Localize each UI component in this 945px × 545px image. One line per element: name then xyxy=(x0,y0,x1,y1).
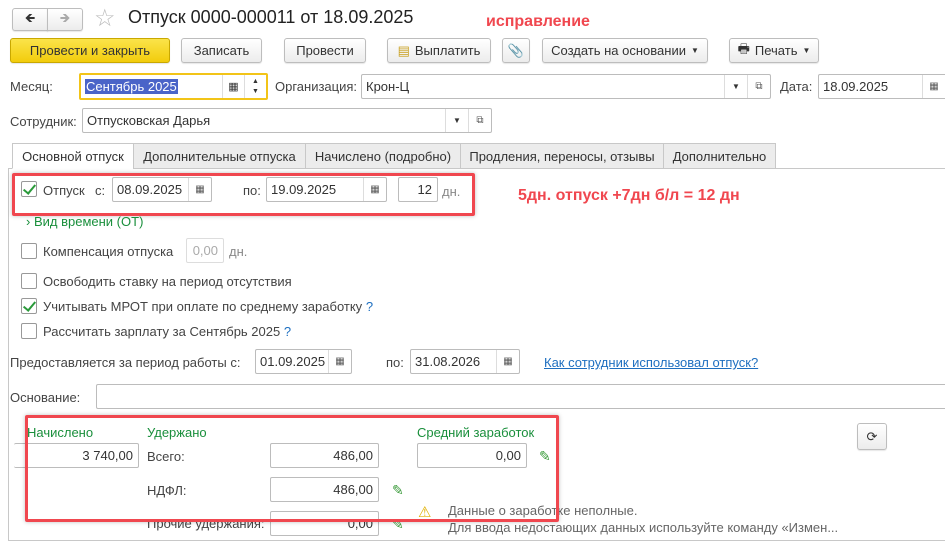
tab-main-vacation[interactable]: Основной отпуск xyxy=(12,143,134,169)
refresh-button[interactable]: ⟳ xyxy=(857,423,887,450)
dropdown-arrow-icon: ▼ xyxy=(802,46,811,55)
open-icon[interactable]: ⧉ xyxy=(468,109,491,132)
compensation-checkbox[interactable] xyxy=(21,243,37,259)
dropdown-arrow-icon[interactable]: ▼ xyxy=(724,75,747,98)
free-rate-checkbox[interactable] xyxy=(21,273,37,289)
org-label: Организация: xyxy=(275,79,358,94)
open-icon[interactable]: ⧉ xyxy=(747,75,770,98)
post-and-close-button[interactable]: Провести и закрыть xyxy=(10,38,170,63)
create-based-on-button[interactable]: Создать на основании ▼ xyxy=(542,38,708,63)
annotation-correction: исправление xyxy=(486,13,590,30)
period-to-label: по: xyxy=(386,355,404,370)
mrot-checkbox[interactable] xyxy=(21,298,37,314)
save-button[interactable]: Записать xyxy=(181,38,262,63)
dropdown-arrow-icon[interactable]: ▼ xyxy=(445,109,468,132)
dropdown-arrow-icon: ▼ xyxy=(690,46,699,55)
calc-salary-checkbox[interactable] xyxy=(21,323,37,339)
compensation-days-field[interactable]: 0,00 xyxy=(186,238,224,263)
month-spinner[interactable]: ▲ ▼ xyxy=(244,75,266,98)
calendar-icon[interactable]: ▦ xyxy=(328,350,351,373)
employee-label: Сотрудник: xyxy=(10,114,77,129)
printer-icon: 🖶 xyxy=(737,40,750,56)
compensation-unit: дн. xyxy=(229,244,248,259)
forward-button[interactable]: 🡺 xyxy=(47,8,83,31)
arrow-left-icon: 🡸 xyxy=(24,9,36,25)
post-button[interactable]: Провести xyxy=(284,38,366,63)
arrow-right-icon: 🡺 xyxy=(59,9,71,25)
highlight-box xyxy=(12,173,475,216)
help-icon[interactable]: ? xyxy=(366,299,373,314)
help-icon[interactable]: ? xyxy=(284,324,291,339)
annotation-days: 5дн. отпуск +7дн б/л = 12 дн xyxy=(518,187,740,204)
calc-salary-label: Рассчитать зарплату за Сентябрь 2025 ? xyxy=(43,324,292,339)
basis-label: Основание: xyxy=(10,390,81,405)
period-to-field[interactable]: 31.08.2026 ▦ xyxy=(410,349,520,374)
period-from-field[interactable]: 01.09.2025 ▦ xyxy=(255,349,352,374)
mrot-label: Учитывать МРОТ при оплате по среднему за… xyxy=(43,299,374,314)
tab-additional[interactable]: Дополнительно xyxy=(663,143,776,169)
refresh-icon: ⟳ xyxy=(866,428,878,444)
basis-field[interactable] xyxy=(96,384,945,409)
tab-accrued-detailed[interactable]: Начислено (подробно) xyxy=(305,143,461,169)
page-title: Отпуск 0000-000011 от 18.09.2025 xyxy=(128,7,414,27)
tab-extensions[interactable]: Продления, переносы, отзывы xyxy=(460,143,664,169)
month-label: Месяц: xyxy=(10,79,53,94)
vacation-usage-link[interactable]: Как сотрудник использовал отпуск? xyxy=(544,355,758,370)
attach-button[interactable]: 📎 xyxy=(502,38,530,63)
coins-doc-icon: ▤ xyxy=(397,42,410,58)
paperclip-icon: 📎 xyxy=(507,42,525,58)
calendar-icon[interactable]: ▦ xyxy=(496,350,519,373)
highlight-box xyxy=(25,415,559,522)
date-label: Дата: xyxy=(780,79,813,94)
compensation-label: Компенсация отпуска xyxy=(43,244,174,259)
month-field[interactable]: Сентябрь 2025 ▦ ▲ ▼ xyxy=(79,73,268,100)
chevron-right-icon: › xyxy=(26,214,31,229)
back-button[interactable]: 🡸 xyxy=(12,8,48,31)
free-rate-label: Освободить ставку на период отсутствия xyxy=(43,274,292,289)
calendar-icon[interactable]: ▦ xyxy=(222,75,244,98)
pay-button[interactable]: ▤ Выплатить xyxy=(387,38,491,63)
warning-text-2: Для ввода недостающих данных используйте… xyxy=(448,520,839,535)
tab-additional-vacations[interactable]: Дополнительные отпуска xyxy=(133,143,306,169)
period-label: Предоставляется за период работы с: xyxy=(10,355,241,370)
org-field[interactable]: Крон-Ц ▼ ⧉ xyxy=(361,74,771,99)
calendar-icon[interactable]: ▦ xyxy=(922,75,945,98)
date-field[interactable]: 18.09.2025 ▦ xyxy=(818,74,945,99)
time-type-link[interactable]: › Вид времени (ОТ) xyxy=(26,214,143,229)
print-button[interactable]: 🖶 Печать ▼ xyxy=(729,38,819,63)
employee-field[interactable]: Отпусковская Дарья ▼ ⧉ xyxy=(82,108,492,133)
star-icon[interactable]: ☆ xyxy=(94,4,116,33)
